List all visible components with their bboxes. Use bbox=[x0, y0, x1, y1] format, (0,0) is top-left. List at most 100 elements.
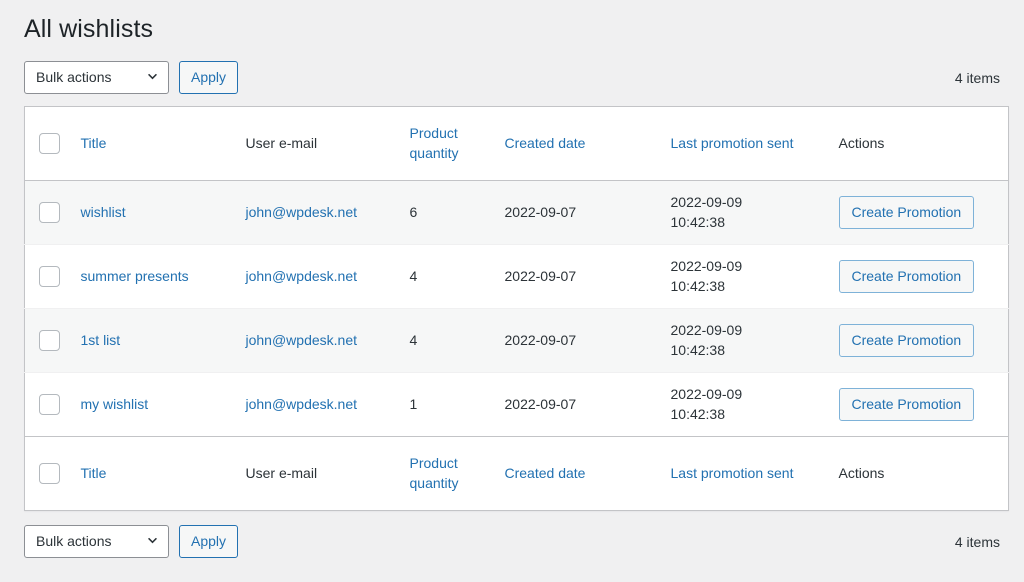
user-email-link[interactable]: john@wpdesk.net bbox=[246, 268, 358, 284]
wishlist-title-link[interactable]: summer presents bbox=[81, 268, 189, 284]
column-header-title-top: Title bbox=[71, 106, 236, 180]
row-title-cell: summer presents bbox=[71, 244, 236, 308]
promotion-date: 2022-09-09 bbox=[670, 257, 743, 274]
select-all-checkbox-bottom[interactable] bbox=[39, 462, 60, 484]
column-header-quantity-bottom: Product quantity bbox=[400, 436, 495, 510]
create-promotion-button[interactable]: Create Promotion bbox=[838, 323, 975, 357]
table-row: 1st list john@wpdesk.net 4 2022-09-07 20… bbox=[24, 308, 1009, 372]
row-select-cell bbox=[25, 244, 71, 308]
row-email-cell: john@wpdesk.net bbox=[236, 180, 400, 244]
row-select-cell bbox=[25, 180, 71, 244]
page-title: All wishlists bbox=[24, 15, 154, 43]
column-header-created-date-top: Created date bbox=[495, 106, 661, 180]
row-last-promotion-cell: 2022-09-09 10:42:38 bbox=[661, 244, 829, 308]
wishlist-title-link[interactable]: wishlist bbox=[81, 204, 126, 220]
row-created-date-cell: 2022-09-07 bbox=[504, 203, 577, 220]
row-checkbox[interactable] bbox=[39, 329, 60, 351]
row-select-cell bbox=[25, 308, 71, 372]
row-email-cell: john@wpdesk.net bbox=[236, 244, 400, 308]
column-label-actions-top: Actions bbox=[838, 134, 885, 151]
tablenav-top: Bulk actions Apply 4 items bbox=[24, 56, 1000, 100]
user-email-link[interactable]: john@wpdesk.net bbox=[246, 332, 358, 348]
table-header-row: Title User e-mail Product quantity Creat… bbox=[24, 106, 1009, 180]
select-all-checkbox-top[interactable] bbox=[39, 132, 60, 154]
row-checkbox[interactable] bbox=[39, 201, 60, 223]
chevron-down-icon bbox=[146, 70, 159, 83]
promotion-date: 2022-09-09 bbox=[670, 193, 743, 210]
apply-button-bottom[interactable]: Apply bbox=[179, 525, 239, 558]
row-quantity-cell: 1 bbox=[409, 395, 418, 412]
select-all-header-top bbox=[25, 106, 71, 180]
promotion-date: 2022-09-09 bbox=[670, 385, 743, 402]
table-row: my wishlist john@wpdesk.net 1 2022-09-07… bbox=[25, 372, 1009, 436]
user-email-link[interactable]: john@wpdesk.net bbox=[246, 204, 358, 220]
promotion-time: 10:42:38 bbox=[670, 342, 726, 358]
table-foot: Title User e-mail Product quantity Creat… bbox=[24, 436, 1009, 510]
row-checkbox[interactable] bbox=[39, 265, 60, 287]
column-header-actions-bottom: Actions bbox=[829, 436, 1009, 510]
bulk-actions-select-top[interactable]: Bulk actions bbox=[24, 61, 169, 94]
bulk-actions-label-bottom: Bulk actions bbox=[36, 533, 112, 549]
promotion-time: 10:42:38 bbox=[670, 278, 726, 294]
table-body: wishlist john@wpdesk.net 6 2022-09-07 20… bbox=[24, 180, 1009, 436]
sort-link-last-promotion-bottom[interactable]: Last promotion sent bbox=[671, 465, 794, 481]
column-label-email-bottom: User e-mail bbox=[245, 464, 318, 481]
row-last-promotion-cell: 2022-09-09 10:42:38 bbox=[661, 372, 829, 436]
promotion-time: 10:42:38 bbox=[670, 214, 726, 230]
apply-button-top[interactable]: Apply bbox=[179, 61, 239, 94]
column-header-actions-top: Actions bbox=[829, 106, 1009, 180]
create-promotion-button[interactable]: Create Promotion bbox=[838, 387, 975, 421]
column-header-created-date-bottom: Created date bbox=[495, 436, 661, 510]
column-header-last-promotion-top: Last promotion sent bbox=[661, 106, 829, 180]
bulk-actions-select-bottom[interactable]: Bulk actions bbox=[24, 525, 169, 558]
sort-link-last-promotion-top[interactable]: Last promotion sent bbox=[671, 135, 794, 151]
wishlists-table: Title User e-mail Product quantity Creat… bbox=[24, 105, 1009, 511]
wishlist-title-link[interactable]: my wishlist bbox=[81, 396, 149, 412]
row-quantity-cell: 4 bbox=[409, 267, 418, 284]
row-title-cell: my wishlist bbox=[71, 372, 236, 436]
row-last-promotion-cell: 2022-09-09 10:42:38 bbox=[661, 308, 829, 372]
row-email-cell: john@wpdesk.net bbox=[236, 372, 400, 436]
create-promotion-button[interactable]: Create Promotion bbox=[838, 195, 975, 229]
sort-link-quantity-bottom[interactable]: Product quantity bbox=[410, 455, 459, 491]
row-actions-cell: Create Promotion bbox=[829, 180, 1009, 244]
column-header-title-bottom: Title bbox=[71, 436, 236, 510]
row-created-date-cell: 2022-09-07 bbox=[504, 331, 577, 348]
column-label-actions-bottom: Actions bbox=[838, 464, 885, 481]
row-actions-cell: Create Promotion bbox=[829, 244, 1009, 308]
row-created-date-cell: 2022-09-07 bbox=[504, 395, 577, 412]
row-quantity-cell: 6 bbox=[409, 203, 418, 220]
admin-page: All wishlists Bulk actions Apply 4 items… bbox=[0, 0, 1024, 582]
row-checkbox[interactable] bbox=[39, 393, 60, 415]
column-header-email-bottom: User e-mail bbox=[236, 436, 400, 510]
row-email-cell: john@wpdesk.net bbox=[236, 308, 400, 372]
create-promotion-button[interactable]: Create Promotion bbox=[838, 259, 975, 293]
items-count-bottom: 4 items bbox=[954, 533, 1000, 550]
tablenav-bottom: Bulk actions Apply 4 items bbox=[24, 520, 1000, 564]
user-email-link[interactable]: john@wpdesk.net bbox=[246, 396, 358, 412]
row-actions-cell: Create Promotion bbox=[829, 372, 1009, 436]
row-title-cell: wishlist bbox=[71, 180, 236, 244]
table-head: Title User e-mail Product quantity Creat… bbox=[24, 106, 1009, 180]
select-all-header-bottom bbox=[25, 436, 71, 510]
column-header-last-promotion-bottom: Last promotion sent bbox=[661, 436, 829, 510]
row-quantity-cell: 4 bbox=[409, 331, 418, 348]
promotion-time: 10:42:38 bbox=[670, 406, 726, 422]
sort-link-title-top[interactable]: Title bbox=[81, 135, 107, 151]
column-header-email-top: User e-mail bbox=[236, 106, 400, 180]
row-actions-cell: Create Promotion bbox=[829, 308, 1009, 372]
sort-link-quantity-top[interactable]: Product quantity bbox=[410, 125, 459, 161]
sort-link-title-bottom[interactable]: Title bbox=[81, 465, 107, 481]
row-select-cell bbox=[25, 372, 71, 436]
column-label-email-top: User e-mail bbox=[245, 134, 318, 151]
sort-link-created-date-bottom[interactable]: Created date bbox=[505, 465, 586, 481]
row-title-cell: 1st list bbox=[71, 308, 236, 372]
items-count-top: 4 items bbox=[954, 69, 1000, 86]
sort-link-created-date-top[interactable]: Created date bbox=[505, 135, 586, 151]
bulk-actions-label-top: Bulk actions bbox=[36, 69, 112, 85]
wishlist-title-link[interactable]: 1st list bbox=[81, 332, 121, 348]
table-footer-row: Title User e-mail Product quantity Creat… bbox=[24, 436, 1009, 510]
chevron-down-icon bbox=[146, 534, 159, 547]
table-row: wishlist john@wpdesk.net 6 2022-09-07 20… bbox=[24, 180, 1009, 244]
row-last-promotion-cell: 2022-09-09 10:42:38 bbox=[661, 180, 829, 244]
